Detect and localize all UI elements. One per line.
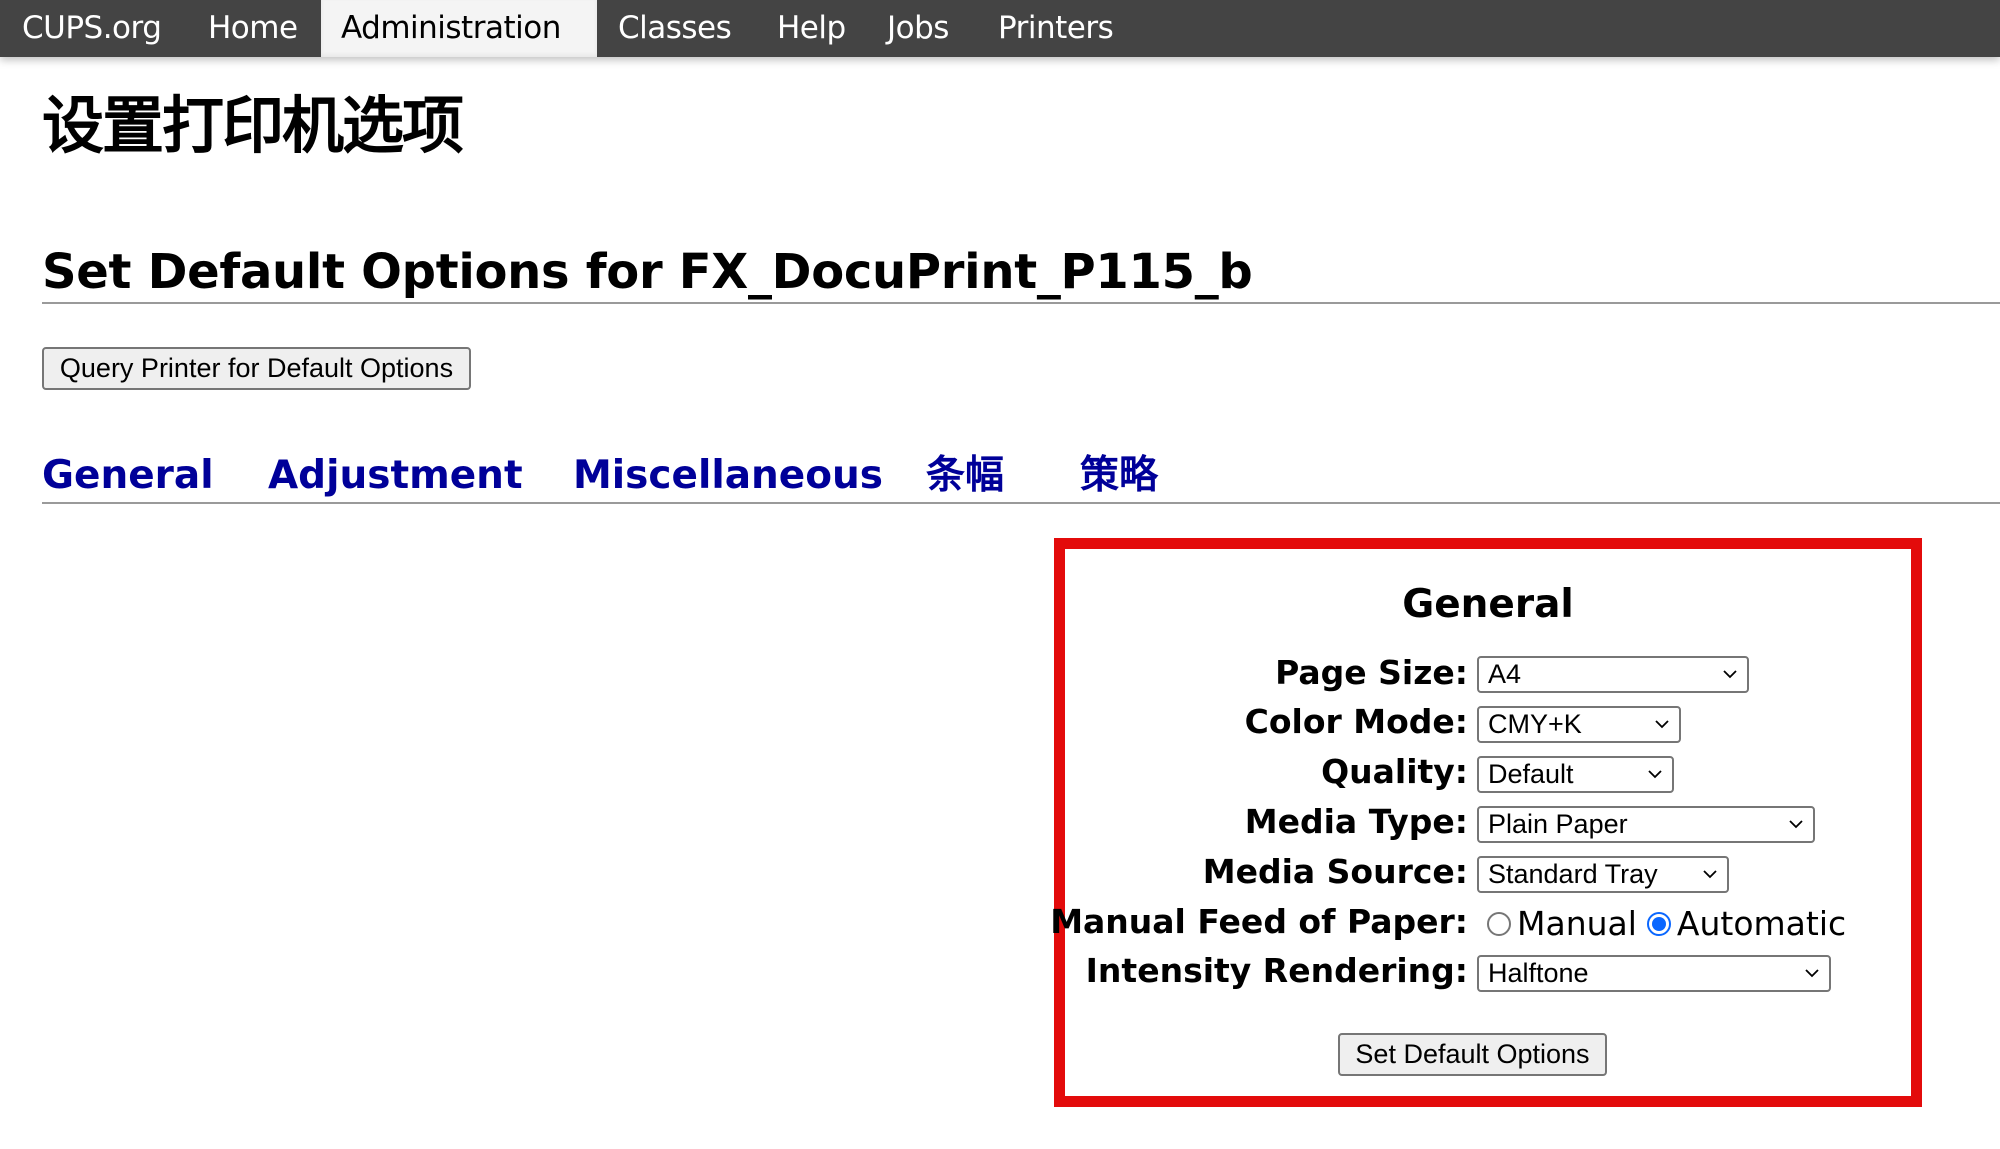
nav-label: Jobs xyxy=(887,10,949,46)
set-default-options-button[interactable]: Set Default Options xyxy=(1338,1033,1607,1076)
chevron-down-icon xyxy=(1789,820,1803,829)
manual-radio[interactable] xyxy=(1487,912,1511,936)
media-type-select[interactable]: Plain Paper xyxy=(1477,806,1815,843)
intensity-rendering-label: Intensity Rendering: xyxy=(1085,951,1468,990)
quality-select[interactable]: Default xyxy=(1477,756,1674,793)
nav-label: CUPS.org xyxy=(22,10,162,46)
tabs-divider xyxy=(42,502,2000,504)
select-value: A4 xyxy=(1488,659,1522,689)
automatic-radio[interactable] xyxy=(1646,912,1671,936)
page-size-select[interactable]: A4 xyxy=(1477,656,1749,693)
color-mode-label: Color Mode: xyxy=(1244,702,1468,741)
nav-classes[interactable]: Classes xyxy=(597,0,756,57)
nav-label: Printers xyxy=(998,10,1114,46)
chevron-down-icon xyxy=(1703,870,1717,879)
page-title: Set Default Options for FX_DocuPrint_P11… xyxy=(42,244,1253,300)
chevron-down-icon xyxy=(1648,770,1662,779)
select-value: Plain Paper xyxy=(1488,809,1628,839)
select-value: Halftone xyxy=(1488,958,1589,988)
nav-cups-org[interactable]: CUPS.org xyxy=(0,0,186,57)
media-type-label: Media Type: xyxy=(1244,802,1468,841)
intensity-rendering-select[interactable]: Halftone xyxy=(1477,955,1831,992)
nav-label: Classes xyxy=(618,10,732,46)
chevron-down-icon xyxy=(1805,969,1819,978)
nav-help[interactable]: Help xyxy=(756,0,868,57)
nav-home[interactable]: Home xyxy=(186,0,321,57)
manual-feed-radio-group: Manual Automatic xyxy=(1487,904,1856,944)
nav-label: Home xyxy=(208,10,298,46)
tab-adjustment[interactable]: Adjustment xyxy=(268,448,523,504)
manual-feed-label: Manual Feed of Paper: xyxy=(1050,902,1468,941)
top-nav-bar: CUPS.org Home Administration Classes Hel… xyxy=(0,0,2000,57)
nav-jobs[interactable]: Jobs xyxy=(868,0,978,57)
media-source-select[interactable]: Standard Tray xyxy=(1477,856,1729,893)
query-printer-button[interactable]: Query Printer for Default Options xyxy=(42,347,471,390)
chevron-down-icon xyxy=(1723,670,1737,679)
tab-policies[interactable]: 策略 xyxy=(1080,448,1158,504)
nav-label: Help xyxy=(777,10,846,46)
section-title: General xyxy=(1402,582,1574,627)
tab-miscellaneous[interactable]: Miscellaneous xyxy=(573,448,883,504)
tab-general[interactable]: General xyxy=(42,448,214,504)
tab-banner[interactable]: 条幅 xyxy=(926,448,1004,504)
select-value: Standard Tray xyxy=(1488,859,1658,889)
automatic-radio-label[interactable]: Automatic xyxy=(1677,904,1846,944)
media-source-label: Media Source: xyxy=(1202,852,1468,891)
select-value: CMY+K xyxy=(1488,709,1582,739)
nav-label: Administration xyxy=(341,10,561,46)
color-mode-select[interactable]: CMY+K xyxy=(1477,706,1681,743)
title-divider xyxy=(42,302,2000,304)
manual-radio-label[interactable]: Manual xyxy=(1517,904,1637,944)
chevron-down-icon xyxy=(1655,720,1669,729)
page-size-label: Page Size: xyxy=(1275,653,1468,692)
page-title-chinese: 设置打印机选项 xyxy=(42,89,464,162)
select-value: Default xyxy=(1488,759,1574,789)
nav-administration[interactable]: Administration xyxy=(321,0,597,57)
quality-label: Quality: xyxy=(1321,752,1468,791)
nav-printers[interactable]: Printers xyxy=(978,0,1140,57)
